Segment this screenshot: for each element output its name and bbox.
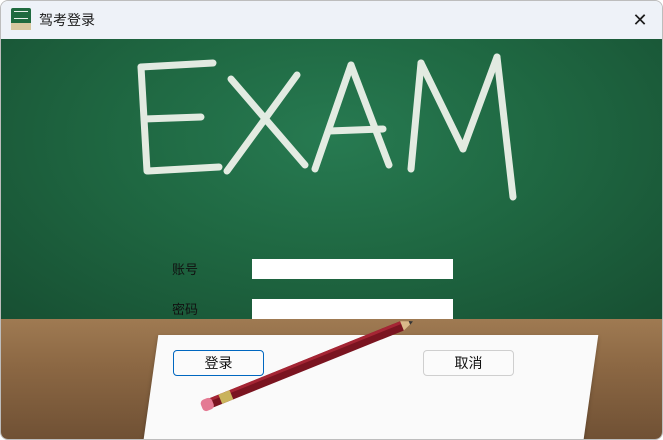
title-bar: 驾考登录 ✕ (1, 1, 662, 39)
background-image: 账号 密码 登录 取消 (1, 39, 662, 439)
password-input[interactable] (252, 299, 453, 319)
cancel-button[interactable]: 取消 (423, 350, 514, 376)
login-button[interactable]: 登录 (173, 350, 264, 376)
login-window: 驾考登录 ✕ 账号 密码 登录 取消 (0, 0, 663, 440)
app-icon (11, 8, 31, 30)
pencil (200, 320, 414, 412)
password-label: 密码 (172, 303, 199, 318)
account-input[interactable] (252, 259, 453, 279)
account-label: 账号 (172, 263, 199, 278)
window-title: 驾考登录 (39, 13, 95, 29)
close-icon[interactable]: ✕ (618, 1, 662, 39)
